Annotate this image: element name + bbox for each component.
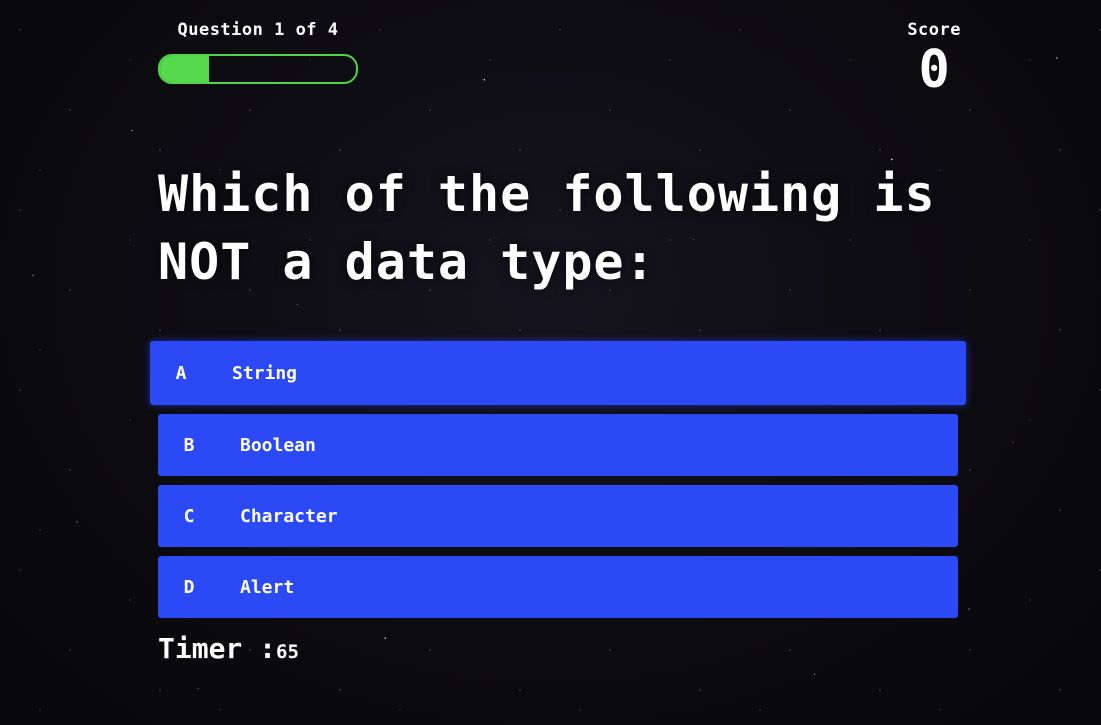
score-value: 0 [918, 40, 950, 100]
timer-value: 65 [276, 641, 299, 663]
question-text: Which of the following is NOT a data typ… [158, 165, 936, 291]
hud-progress: Question 1 of 4 [158, 20, 358, 84]
choice-d-button[interactable]: D Alert [158, 556, 958, 618]
choice-prefix: B [183, 434, 195, 456]
choice-text: String [232, 362, 298, 384]
choice-text: Character [240, 505, 338, 527]
hud-score: Score 0 [907, 20, 961, 96]
choice-prefix: C [183, 505, 195, 527]
choice-list: A String B Boolean C Character D Alert [150, 341, 966, 627]
progress-bar [158, 54, 358, 84]
choice-text: Alert [240, 576, 295, 598]
timer-label: Timer : [158, 632, 277, 665]
progress-bar-fill [160, 56, 209, 82]
question-counter: Question 1 of 4 [177, 20, 339, 40]
choice-b-button[interactable]: B Boolean [158, 414, 958, 476]
choice-prefix: D [183, 576, 195, 598]
timer: Timer :65 [158, 632, 299, 665]
score-label: Score [907, 20, 961, 40]
choice-c-button[interactable]: C Character [158, 485, 958, 547]
choice-text: Boolean [240, 434, 316, 456]
choice-prefix: A [175, 362, 187, 384]
choice-a-button[interactable]: A String [150, 341, 966, 405]
